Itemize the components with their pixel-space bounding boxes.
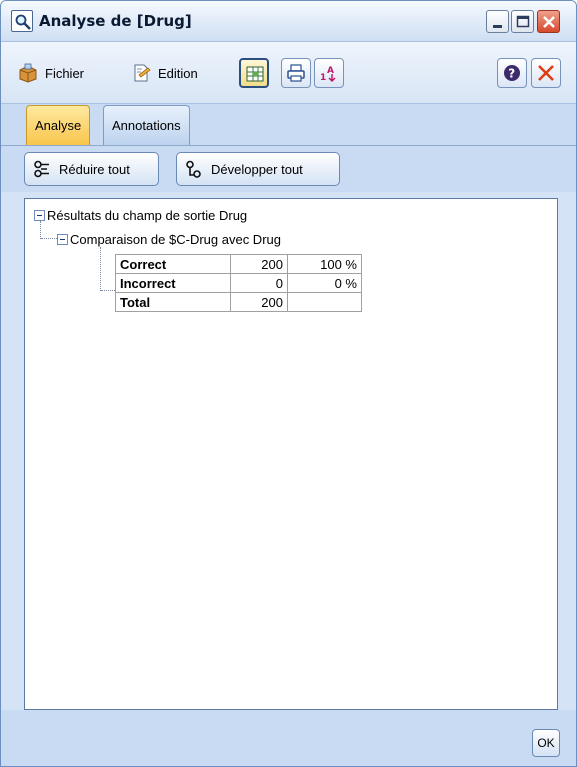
magnifier-icon <box>11 10 33 32</box>
sort-button[interactable]: 1 A <box>314 58 344 88</box>
analysis-window: Analyse de [Drug] Fichier Edition 1 A ? … <box>0 0 577 767</box>
title-bar: Analyse de [Drug] <box>1 1 576 42</box>
svg-text:A: A <box>327 66 334 76</box>
footer-bar: OK <box>1 710 576 766</box>
comparison-results-table: Correct 200 100 % Incorrect 0 0 % Total … <box>115 254 362 312</box>
collapse-toggle-icon[interactable] <box>34 210 45 221</box>
collapse-toggle-icon[interactable] <box>57 234 68 245</box>
help-icon: ? <box>504 65 520 81</box>
tree-node-root[interactable]: Résultats du champ de sortie Drug <box>34 208 247 223</box>
minimize-button[interactable] <box>486 10 509 33</box>
ok-button[interactable]: OK <box>532 729 560 757</box>
menu-file-label: Fichier <box>45 65 85 81</box>
window-close-button[interactable] <box>537 10 560 33</box>
help-button[interactable]: ? <box>497 58 527 88</box>
insert-table-icon <box>246 66 264 82</box>
expand-all-button[interactable]: Développer tout <box>176 152 340 186</box>
tab-annotations[interactable]: Annotations <box>103 105 190 145</box>
row-percent: 0 % <box>287 273 362 293</box>
expand-all-label: Développer tout <box>211 161 303 177</box>
row-count: 0 <box>230 273 288 293</box>
row-count: 200 <box>230 292 288 312</box>
table-row: Total 200 <box>115 292 362 312</box>
action-bar: Réduire tout Développer tout <box>1 146 576 192</box>
close-button[interactable] <box>531 58 561 88</box>
collapse-all-button[interactable]: Réduire tout <box>24 152 159 186</box>
row-percent <box>287 292 362 312</box>
table-row: Incorrect 0 0 % <box>115 273 362 293</box>
tree-connector <box>41 238 57 239</box>
tab-analyse[interactable]: Analyse <box>26 105 91 145</box>
toolbar: Fichier Edition 1 A ? <box>1 42 576 104</box>
menu-edit-label: Edition <box>158 65 198 81</box>
svg-text:?: ? <box>508 67 515 81</box>
tree-connector <box>100 247 101 291</box>
tree-connector <box>40 221 41 239</box>
row-label: Correct <box>115 254 231 274</box>
print-button[interactable] <box>281 58 311 88</box>
file-box-icon <box>19 63 37 83</box>
row-label: Total <box>115 292 231 312</box>
svg-text:1: 1 <box>320 73 326 83</box>
sort-icon: 1 A <box>320 66 336 83</box>
print-icon <box>287 64 305 82</box>
row-percent: 100 % <box>287 254 362 274</box>
edit-page-icon <box>134 64 151 82</box>
close-x-icon <box>538 65 554 81</box>
collapse-icon <box>34 160 49 178</box>
window-title: Analyse de [Drug] <box>39 12 192 30</box>
tab-analyse-label: Analyse <box>35 118 82 133</box>
tree-connector <box>101 290 115 291</box>
collapse-all-label: Réduire tout <box>59 161 130 177</box>
tree-node-comparison[interactable]: Comparaison de $C-Drug avec Drug <box>57 232 281 247</box>
tab-annotations-label: Annotations <box>112 118 181 133</box>
menu-file[interactable]: Fichier <box>17 62 84 84</box>
results-tree-panel: Résultats du champ de sortie Drug Compar… <box>24 198 558 710</box>
tab-bar: Analyse Annotations <box>1 104 576 146</box>
expand-icon <box>186 160 201 178</box>
menu-edit[interactable]: Edition <box>132 62 198 84</box>
maximize-button[interactable] <box>511 10 534 33</box>
row-count: 200 <box>230 254 288 274</box>
insert-table-button[interactable] <box>239 58 269 88</box>
tree-node-comparison-label: Comparaison de $C-Drug avec Drug <box>70 232 281 247</box>
tree-node-root-label: Résultats du champ de sortie Drug <box>47 208 248 223</box>
row-label: Incorrect <box>115 273 231 293</box>
table-row: Correct 200 100 % <box>115 254 362 274</box>
